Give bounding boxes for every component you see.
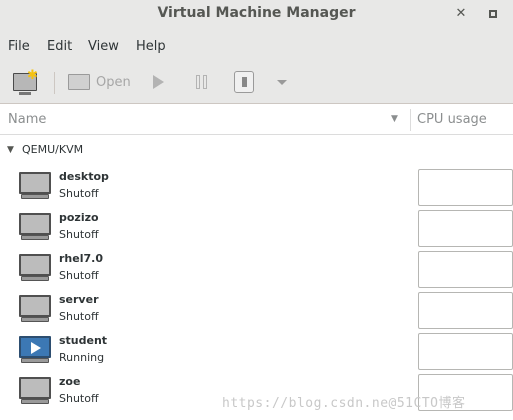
play-icon	[153, 75, 164, 89]
toolbar: ✱ Open	[0, 62, 513, 104]
open-button[interactable]: Open	[66, 70, 132, 96]
column-name[interactable]: Name	[8, 112, 46, 127]
column-header: Name ▼ CPU usage	[0, 105, 513, 135]
vm-running-icon	[19, 336, 51, 364]
vm-row-server[interactable]: server Shutoff	[0, 289, 513, 330]
vm-monitor-icon	[19, 213, 51, 241]
vm-status: Shutoff	[59, 228, 99, 241]
vm-status: Shutoff	[59, 269, 99, 282]
toolbar-separator	[54, 72, 55, 94]
vm-name: zoe	[59, 375, 81, 388]
minimize-icon[interactable]: ✕	[453, 6, 469, 22]
sort-down-icon[interactable]: ▼	[391, 114, 398, 124]
vm-monitor-icon	[19, 377, 51, 405]
vm-row-rhel7[interactable]: rhel7.0 Shutoff	[0, 248, 513, 289]
vm-monitor-icon	[19, 172, 51, 200]
cpu-usage-graph	[418, 292, 513, 329]
shutdown-menu-button[interactable]	[275, 70, 289, 96]
vm-status: Running	[59, 351, 105, 364]
run-button[interactable]	[150, 70, 170, 96]
vm-name: pozizo	[59, 211, 99, 224]
vm-row-student[interactable]: student Running	[0, 330, 513, 371]
open-label: Open	[96, 75, 131, 90]
vm-name: desktop	[59, 170, 109, 183]
expand-arrow-icon[interactable]: ▼	[7, 145, 14, 155]
column-cpu-usage[interactable]: CPU usage	[417, 112, 487, 127]
maximize-icon[interactable]	[485, 6, 501, 22]
cpu-usage-graph	[418, 210, 513, 247]
vm-monitor-icon	[19, 295, 51, 323]
vm-status: Shutoff	[59, 310, 99, 323]
shutdown-icon	[234, 71, 254, 93]
watermark: https://blog.csdn.ne@51CTO博客	[222, 396, 466, 411]
vm-name: server	[59, 293, 99, 306]
menu-edit[interactable]: Edit	[47, 39, 72, 54]
connection-group[interactable]: ▼ QEMU/KVM	[0, 140, 513, 162]
chevron-down-icon	[277, 80, 287, 85]
vm-monitor-icon	[19, 254, 51, 282]
window-title: Virtual Machine Manager	[157, 5, 356, 21]
vm-name: rhel7.0	[59, 252, 103, 265]
vm-status: Shutoff	[59, 187, 99, 200]
monitor-icon	[68, 74, 90, 90]
cpu-usage-graph	[418, 251, 513, 288]
cpu-usage-graph	[418, 169, 513, 206]
shutdown-button[interactable]	[233, 70, 255, 96]
title-bar: Virtual Machine Manager ✕	[0, 0, 513, 30]
menu-file[interactable]: File	[8, 39, 30, 54]
new-vm-button[interactable]: ✱	[10, 68, 40, 96]
sparkle-icon: ✱	[27, 68, 38, 83]
connection-label: QEMU/KVM	[22, 143, 84, 156]
menu-bar: File Edit View Help	[0, 30, 513, 62]
column-divider[interactable]	[410, 109, 411, 131]
vm-name: student	[59, 334, 108, 347]
cpu-usage-graph	[418, 333, 513, 370]
vm-status: Shutoff	[59, 392, 99, 405]
pause-button[interactable]	[193, 70, 213, 96]
vm-row-pozizo[interactable]: pozizo Shutoff	[0, 207, 513, 248]
menu-view[interactable]: View	[88, 39, 119, 54]
vm-row-desktop[interactable]: desktop Shutoff	[0, 166, 513, 207]
menu-help[interactable]: Help	[136, 39, 166, 54]
